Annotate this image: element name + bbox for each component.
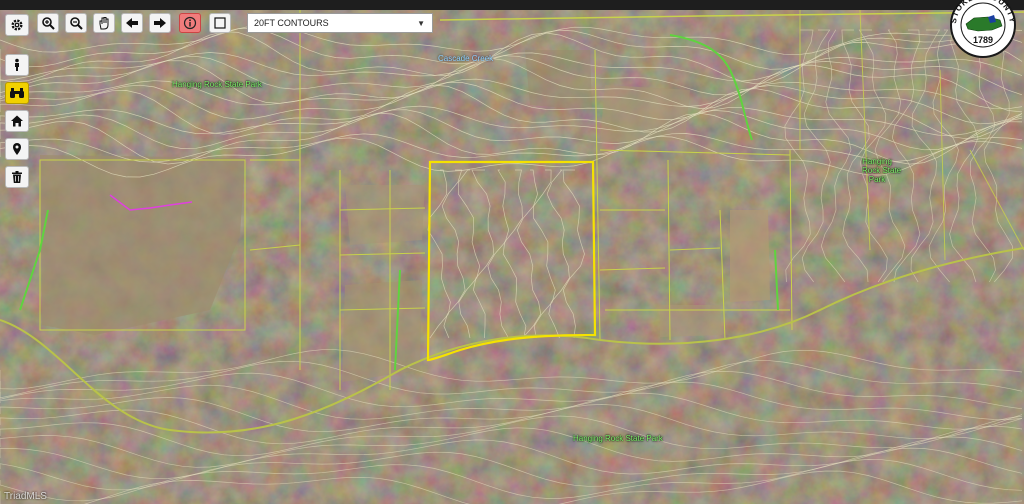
map-label-park-east-line3: Park <box>868 175 886 184</box>
zoom-out-button[interactable] <box>65 13 87 33</box>
layer-select-value: 20FT CONTOURS <box>254 18 329 28</box>
clear-button[interactable] <box>5 166 29 188</box>
home-icon <box>11 115 23 127</box>
map-label-park-east-line1: Hanging <box>862 157 892 166</box>
map-pin-icon <box>13 143 21 155</box>
gear-icon <box>11 19 23 31</box>
arrow-left-icon <box>126 18 138 28</box>
location-button[interactable] <box>5 138 29 160</box>
settings-button[interactable] <box>5 14 29 36</box>
layer-select[interactable]: 20FT CONTOURS ▼ <box>247 13 433 33</box>
field-center-1 <box>345 185 425 245</box>
map-label-park-nw: Hanging Rock State Park <box>172 80 262 89</box>
county-seal-logo: 1789 STOKES COUNTY <box>944 0 1022 58</box>
back-button[interactable] <box>121 13 143 33</box>
field-east-1 <box>730 210 770 302</box>
seal-year-text: 1789 <box>973 35 993 45</box>
pan-hand-icon <box>99 17 109 30</box>
zoom-out-icon <box>70 17 83 30</box>
field-center-2 <box>342 280 422 382</box>
search-button[interactable] <box>5 82 29 104</box>
zoom-in-icon <box>42 17 55 30</box>
pan-button[interactable] <box>93 13 115 33</box>
home-button[interactable] <box>5 110 29 132</box>
map-label-park-east: Hanging Rock State Park <box>862 157 902 184</box>
arrow-right-icon <box>154 18 166 28</box>
chevron-down-icon: ▼ <box>417 19 425 28</box>
map-label-creek: Cascade Creek <box>438 54 494 63</box>
person-icon <box>15 58 19 71</box>
zoom-in-button[interactable] <box>37 13 59 33</box>
street-view-button[interactable] <box>5 54 29 76</box>
field-north-2 <box>525 50 592 110</box>
mls-watermark: TriadMLS <box>4 491 47 502</box>
trash-icon <box>12 171 22 183</box>
aerial-map[interactable] <box>0 10 1024 504</box>
map-label-park-east-line2: Rock State <box>862 166 902 175</box>
top-bar <box>0 0 1024 10</box>
binoculars-icon <box>10 88 24 98</box>
forward-button[interactable] <box>149 13 171 33</box>
identify-button[interactable] <box>179 13 201 33</box>
select-box-button[interactable] <box>209 13 231 33</box>
info-icon <box>183 16 197 30</box>
map-label-park-south: Hanging Rock State Park <box>573 434 663 443</box>
square-select-icon <box>214 17 226 29</box>
